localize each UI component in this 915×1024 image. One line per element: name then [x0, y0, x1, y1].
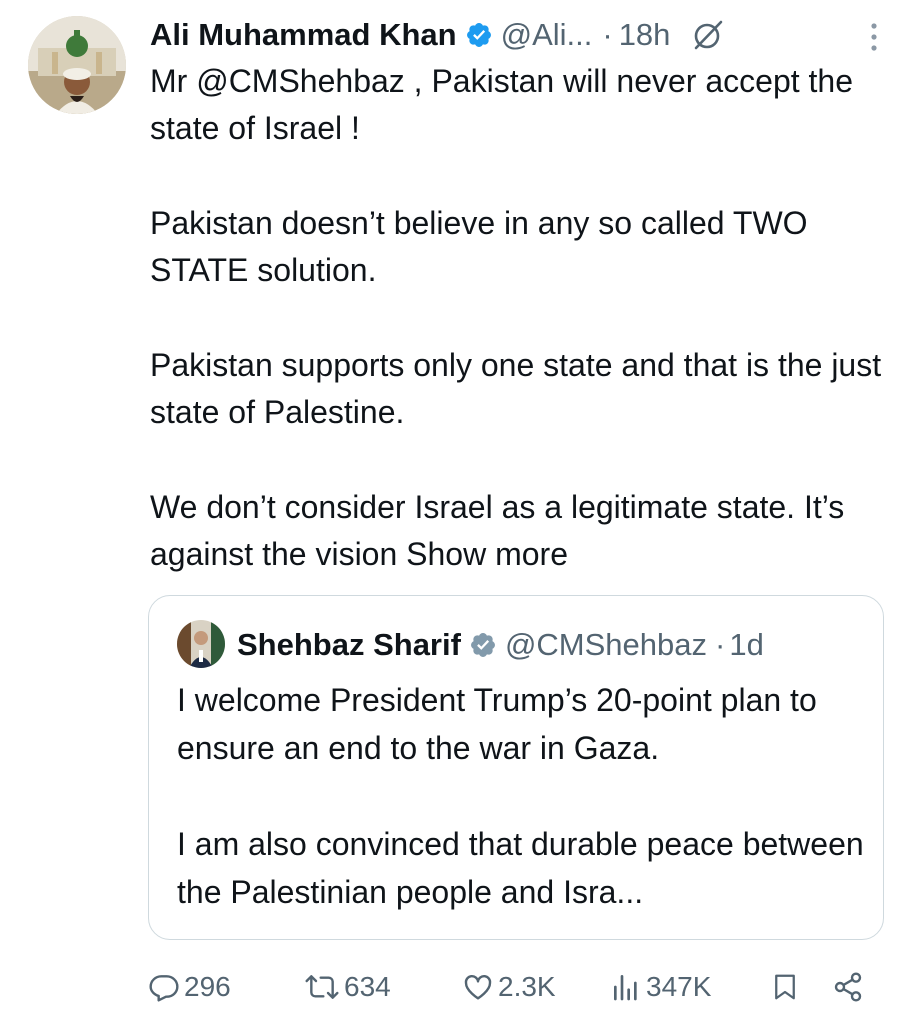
- separator-dot: ·: [602, 17, 613, 52]
- tweet[interactable]: Ali Muhammad Khan @Ali... · 18h Mr @CMSh…: [0, 0, 915, 1024]
- like-count: 2.3K: [498, 971, 556, 1002]
- quoted-author-handle[interactable]: @CMShehbaz: [505, 627, 707, 663]
- show-more-link[interactable]: Show more: [406, 536, 568, 572]
- heart-icon: [462, 971, 494, 1003]
- reply-icon: [148, 971, 180, 1003]
- quoted-tweet-text: I welcome President Trump’s 20-point pla…: [177, 676, 867, 916]
- quoted-tweet-paragraph: I am also convinced that durable peace b…: [177, 826, 864, 910]
- tweet-header: Ali Muhammad Khan @Ali... · 18h: [150, 12, 875, 58]
- share-button[interactable]: [832, 962, 864, 1012]
- quoted-tweet-header: Shehbaz Sharif @CMShehbaz · 1d: [237, 622, 764, 668]
- tweet-action-bar: 296 634 2.3K 347K: [148, 962, 878, 1012]
- reply-count: 296: [184, 971, 231, 1002]
- bookmark-button[interactable]: [770, 962, 800, 1012]
- author-name[interactable]: Ali Muhammad Khan: [150, 17, 457, 53]
- avatar-image: [28, 16, 126, 114]
- views-count: 347K: [646, 971, 712, 1002]
- tweet-paragraph: Pakistan supports only one state and tha…: [150, 347, 882, 430]
- repost-icon: [304, 971, 340, 1003]
- tweet-text: Mr @CMShehbaz , Pakistan will never acce…: [150, 58, 895, 578]
- quoted-author-name[interactable]: Shehbaz Sharif: [237, 627, 461, 663]
- separator-dot: ·: [715, 627, 726, 662]
- grok-icon[interactable]: [690, 17, 726, 53]
- quoted-avatar-image: [177, 620, 225, 668]
- views-button[interactable]: 347K: [610, 962, 711, 1012]
- author-handle[interactable]: @Ali...: [501, 17, 593, 53]
- views-icon: [610, 971, 642, 1003]
- quoted-author-avatar[interactable]: [177, 620, 225, 668]
- repost-button[interactable]: 634: [304, 962, 391, 1012]
- share-icon: [832, 971, 864, 1003]
- quoted-tweet[interactable]: Shehbaz Sharif @CMShehbaz · 1d I welcome…: [148, 595, 884, 940]
- tweet-paragraph: We don’t consider Israel as a legitimate…: [150, 484, 895, 578]
- verified-badge-icon: [469, 631, 497, 659]
- quoted-tweet-paragraph: I welcome President Trump’s 20-point pla…: [177, 682, 817, 766]
- tweet-paragraph: Mr @CMShehbaz , Pakistan will never acce…: [150, 63, 853, 146]
- verified-badge-icon: [465, 21, 493, 49]
- more-vertical-icon[interactable]: [869, 22, 879, 52]
- reply-button[interactable]: 296: [148, 962, 231, 1012]
- like-button[interactable]: 2.3K: [462, 962, 556, 1012]
- author-avatar[interactable]: [28, 16, 126, 114]
- tweet-timestamp[interactable]: 18h: [619, 17, 671, 53]
- repost-count: 634: [344, 971, 391, 1002]
- tweet-paragraph: Pakistan doesn’t believe in any so calle…: [150, 205, 808, 288]
- bookmark-icon: [770, 971, 800, 1003]
- quoted-tweet-timestamp[interactable]: 1d: [729, 627, 763, 663]
